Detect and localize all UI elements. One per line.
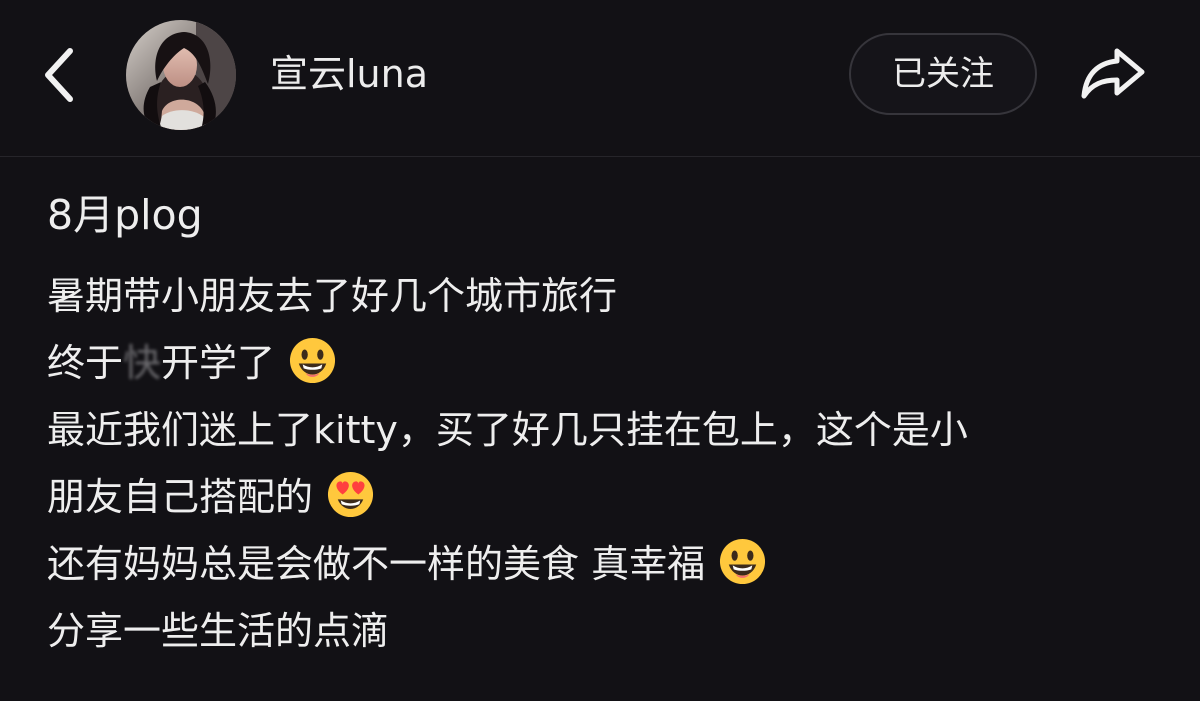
back-button[interactable] <box>34 41 88 109</box>
heart-eyes-face-icon <box>328 471 374 518</box>
post-title: 8月plog <box>47 191 203 239</box>
avatar[interactable] <box>126 20 236 130</box>
grinning-face-icon <box>720 538 766 585</box>
post-line-4: 朋友自己搭配的 <box>47 462 1162 529</box>
post-detail-screen: 宣云luna 已关注 8月plog 暑期带小朋友去了好几个城市旅行 终于快开学了 <box>0 0 1200 701</box>
share-button[interactable] <box>1078 41 1148 105</box>
post-line-4-text: 朋友自己搭配的 <box>47 475 314 519</box>
post-line-5-text: 还有妈妈总是会做不一样的美食 真幸福 <box>47 542 706 586</box>
grinning-face-icon <box>290 337 336 384</box>
post-line-2-blurred-text: 快 <box>123 341 162 385</box>
post-line-2-text-c: 开学了 <box>161 341 276 385</box>
post-line-6-text: 分享一些生活的点滴 <box>47 609 390 653</box>
post-line-2-text-a: 终于 <box>47 341 124 385</box>
post-line-1-text: 暑期带小朋友去了好几个城市旅行 <box>47 274 618 318</box>
post-line-6: 分享一些生活的点滴 <box>47 596 1162 663</box>
post-body: 暑期带小朋友去了好几个城市旅行 终于快开学了 最近我们迷上了kitty，买了好几… <box>47 261 1162 663</box>
post-line-5: 还有妈妈总是会做不一样的美食 真幸福 <box>47 529 1162 596</box>
chevron-left-icon <box>45 48 73 102</box>
post-line-3: 最近我们迷上了kitty，买了好几只挂在包上，这个是小 <box>47 395 1162 462</box>
post-line-3-text: 最近我们迷上了kitty，买了好几只挂在包上，这个是小 <box>47 408 968 452</box>
post-line-1: 暑期带小朋友去了好几个城市旅行 <box>47 261 1162 328</box>
profile-photo <box>126 20 236 130</box>
post-header: 宣云luna 已关注 <box>0 0 1200 157</box>
username[interactable]: 宣云luna <box>270 48 428 100</box>
post-content: 8月plog 暑期带小朋友去了好几个城市旅行 终于快开学了 最近我们迷上了kit… <box>47 181 1162 663</box>
share-arrow-icon <box>1081 48 1145 99</box>
post-line-2: 终于快开学了 <box>47 328 1162 395</box>
follow-button[interactable]: 已关注 <box>849 33 1037 115</box>
